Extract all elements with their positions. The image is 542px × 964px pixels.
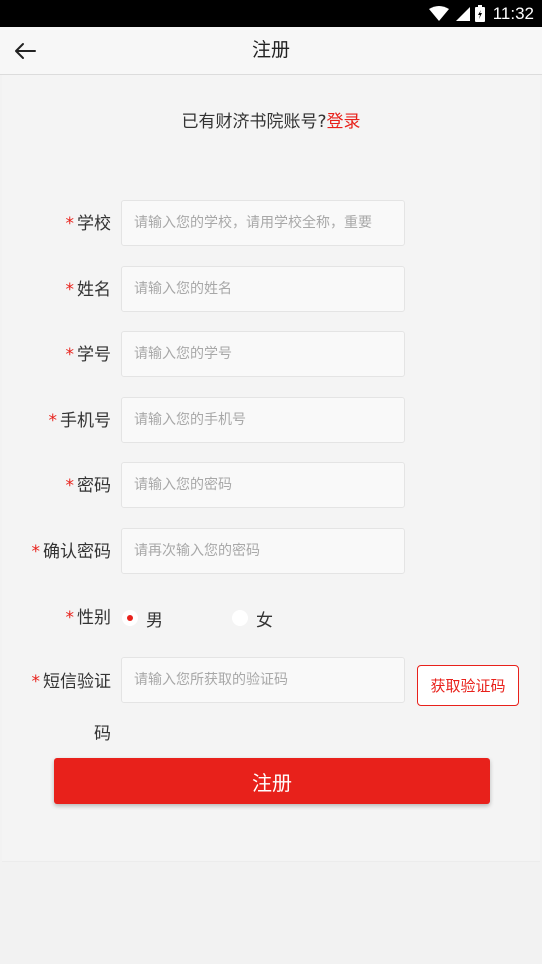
phone-label-text: 手机号 — [60, 411, 111, 431]
gender-label: * 性别 — [66, 606, 112, 630]
required-mark: * — [65, 280, 75, 300]
confirm-password-input[interactable] — [121, 528, 405, 574]
login-link[interactable]: 登录 — [327, 112, 361, 132]
register-button[interactable]: 注册 — [54, 758, 490, 804]
required-mark: * — [65, 214, 75, 234]
password-label: * 密码 — [66, 474, 112, 498]
school-label: * 学校 — [66, 212, 112, 236]
required-mark: * — [31, 672, 41, 692]
required-mark: * — [65, 345, 75, 365]
name-label-text: 姓名 — [77, 280, 111, 300]
password-label-text: 密码 — [77, 476, 111, 496]
required-mark: * — [31, 542, 41, 562]
confirm-password-label-text: 确认密码 — [43, 542, 111, 562]
gender-option-female-label: 女 — [256, 610, 273, 631]
status-bar: 11:32 — [0, 0, 542, 27]
sms-code-input[interactable] — [121, 657, 405, 703]
student-id-label: * 学号 — [66, 343, 112, 367]
confirm-password-label: * 确认密码 — [32, 540, 112, 564]
login-prompt: 已有财济书院账号?登录 — [0, 110, 542, 134]
radio-unchecked-icon — [232, 610, 248, 626]
radio-checked-icon — [122, 610, 138, 626]
login-prompt-text: 已有财济书院账号? — [181, 112, 327, 132]
password-input[interactable] — [121, 462, 405, 508]
student-id-input[interactable] — [121, 331, 405, 377]
title-bar: 注册 — [0, 27, 542, 75]
back-arrow-icon — [15, 43, 36, 59]
student-id-label-text: 学号 — [77, 345, 111, 365]
sms-code-label: * 短信验证 — [32, 670, 112, 694]
school-input[interactable] — [121, 200, 405, 246]
gender-option-male-label: 男 — [146, 610, 163, 631]
school-label-text: 学校 — [77, 214, 111, 234]
signal-icon — [455, 6, 470, 21]
gender-label-text: 性别 — [77, 608, 111, 628]
page-title: 注册 — [251, 39, 290, 61]
wifi-icon — [428, 5, 449, 21]
name-label: * 姓名 — [66, 278, 112, 302]
status-time: 11:32 — [492, 3, 534, 23]
battery-icon — [474, 5, 485, 22]
required-mark: * — [65, 476, 75, 496]
gender-option-male[interactable]: 男 — [122, 605, 163, 631]
sms-code-label-text: 短信验证 — [43, 672, 111, 692]
required-mark: * — [65, 608, 75, 628]
required-mark: * — [48, 411, 58, 431]
gender-option-female[interactable]: 女 — [232, 605, 273, 631]
get-code-button[interactable]: 获取验证码 — [417, 665, 519, 706]
status-icons: 11:32 — [428, 0, 534, 27]
name-input[interactable] — [121, 266, 405, 312]
sms-code-label-continuation: 码 — [94, 724, 111, 744]
phone-label: * 手机号 — [49, 409, 112, 433]
phone-input[interactable] — [121, 397, 405, 443]
back-button[interactable] — [14, 35, 54, 67]
